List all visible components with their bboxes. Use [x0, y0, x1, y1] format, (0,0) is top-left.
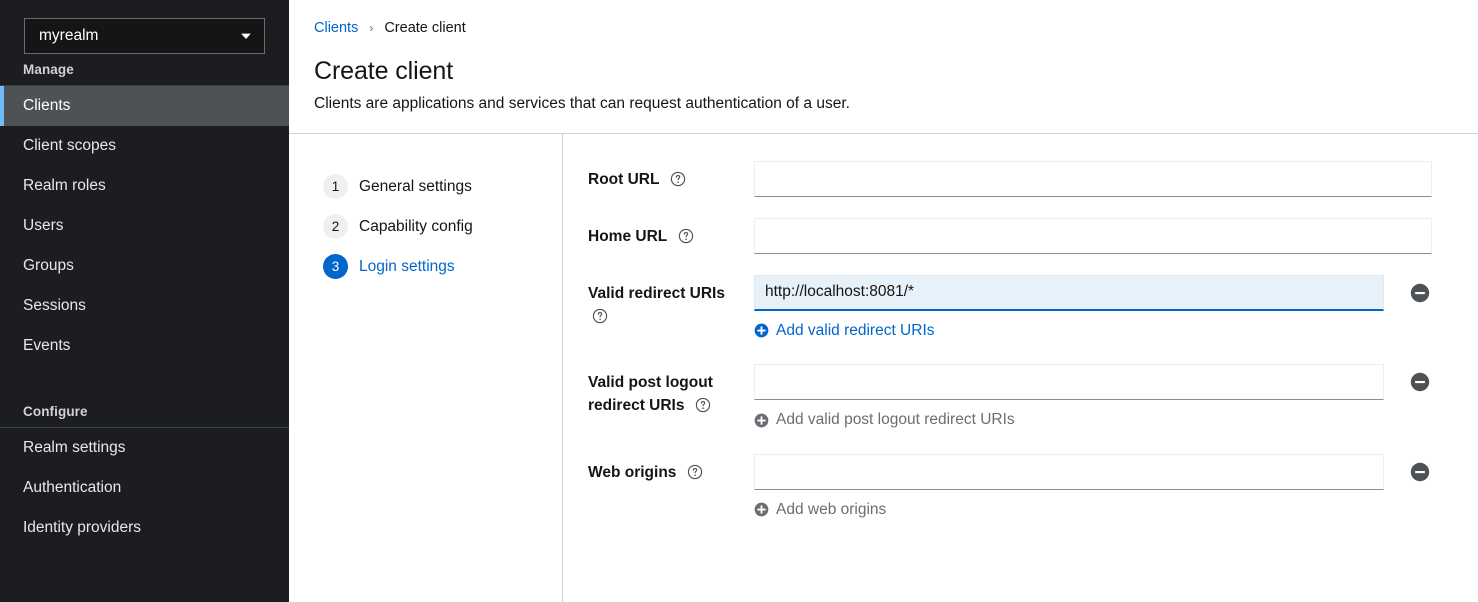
- label-text: Root URL: [588, 171, 659, 188]
- help-circle-icon[interactable]: [678, 228, 694, 244]
- help-circle-icon[interactable]: [670, 171, 686, 187]
- wizard-step-general-settings[interactable]: 1 General settings: [323, 167, 562, 207]
- help-circle-icon[interactable]: [687, 464, 703, 480]
- input-row: [754, 275, 1432, 311]
- breadcrumb: Clients › Create client: [314, 18, 1454, 38]
- add-valid-post-logout-redirect-uris-button[interactable]: Add valid post logout redirect URIs: [754, 411, 1015, 429]
- form-row-valid-post-logout-redirect-uris: Valid post logout redirect URIs: [588, 364, 1432, 433]
- plus-circle-icon: [754, 413, 769, 428]
- sidebar: myrealm Manage Clients Client scopes Rea…: [0, 0, 289, 602]
- add-link-label: Add valid redirect URIs: [776, 322, 935, 340]
- sidebar-item-clients[interactable]: Clients: [0, 86, 289, 126]
- sidebar-item-label: Users: [23, 217, 63, 235]
- form-label-root-url: Root URL: [588, 161, 754, 191]
- form-label-valid-redirect-uris: Valid redirect URIs: [588, 275, 754, 328]
- valid-redirect-uris-input[interactable]: [754, 275, 1384, 311]
- sidebar-item-label: Groups: [23, 257, 74, 275]
- input-row: [754, 364, 1432, 400]
- add-link-label: Add valid post logout redirect URIs: [776, 411, 1015, 429]
- form-row-valid-redirect-uris: Valid redirect URIs: [588, 275, 1432, 344]
- step-label: Login settings: [359, 258, 455, 276]
- add-link-label: Add web origins: [776, 501, 886, 519]
- sidebar-item-authentication[interactable]: Authentication: [0, 468, 289, 508]
- breadcrumb-current: Create client: [384, 20, 465, 36]
- sidebar-item-label: Clients: [23, 97, 70, 115]
- step-number: 2: [323, 214, 348, 239]
- sidebar-item-label: Sessions: [23, 297, 86, 315]
- sidebar-item-realm-settings[interactable]: Realm settings: [0, 428, 289, 468]
- label-text: Valid redirect URIs: [588, 285, 725, 302]
- form-control-home-url: [754, 218, 1432, 254]
- web-origins-input[interactable]: [754, 454, 1384, 490]
- wizard-step-nav: 1 General settings 2 Capability config 3…: [289, 134, 562, 602]
- sidebar-section-title-manage: Manage: [0, 54, 289, 85]
- page-title: Create client: [314, 56, 1454, 86]
- sidebar-item-client-scopes[interactable]: Client scopes: [0, 126, 289, 166]
- minus-circle-icon: [1408, 460, 1432, 484]
- form-control-valid-post-logout-redirect-uris: Add valid post logout redirect URIs: [754, 364, 1432, 433]
- remove-web-origin-button[interactable]: [1408, 460, 1432, 484]
- form-label-home-url: Home URL: [588, 218, 754, 248]
- form-row-web-origins: Web origins: [588, 454, 1432, 523]
- step-number: 1: [323, 174, 348, 199]
- plus-circle-icon: [754, 502, 769, 517]
- remove-valid-post-logout-redirect-uri-button[interactable]: [1408, 370, 1432, 394]
- realm-selector-value: myrealm: [39, 28, 240, 44]
- form-label-web-origins: Web origins: [588, 454, 754, 484]
- breadcrumb-link-clients[interactable]: Clients: [314, 20, 358, 36]
- chevron-down-icon: [240, 30, 252, 42]
- sidebar-item-label: Identity providers: [23, 519, 141, 537]
- wizard-step-capability-config[interactable]: 2 Capability config: [323, 207, 562, 247]
- keycloak-admin-console: myrealm Manage Clients Client scopes Rea…: [0, 0, 1478, 602]
- sidebar-item-events[interactable]: Events: [0, 326, 289, 366]
- sidebar-item-groups[interactable]: Groups: [0, 246, 289, 286]
- sidebar-item-users[interactable]: Users: [0, 206, 289, 246]
- step-label: Capability config: [359, 218, 473, 236]
- label-text: Home URL: [588, 228, 667, 245]
- help-circle-icon[interactable]: [695, 397, 711, 413]
- page-body: 1 General settings 2 Capability config 3…: [289, 134, 1478, 602]
- input-row: [754, 454, 1432, 490]
- minus-circle-icon: [1408, 281, 1432, 305]
- form-control-web-origins: Add web origins: [754, 454, 1432, 523]
- add-valid-redirect-uris-button[interactable]: Add valid redirect URIs: [754, 322, 935, 340]
- sidebar-item-realm-roles[interactable]: Realm roles: [0, 166, 289, 206]
- login-settings-form: Root URL Home URL: [562, 134, 1478, 602]
- sidebar-section-title-configure: Configure: [0, 396, 289, 427]
- page-header: Clients › Create client Create client Cl…: [289, 0, 1478, 134]
- help-circle-icon[interactable]: [592, 308, 608, 324]
- main-content: Clients › Create client Create client Cl…: [289, 0, 1478, 602]
- root-url-input[interactable]: [754, 161, 1432, 197]
- plus-circle-icon: [754, 323, 769, 338]
- sidebar-spacer: [0, 366, 289, 396]
- form-control-root-url: [754, 161, 1432, 197]
- form-control-valid-redirect-uris: Add valid redirect URIs: [754, 275, 1432, 344]
- form-label-valid-post-logout-redirect-uris: Valid post logout redirect URIs: [588, 364, 754, 417]
- label-text-line1: Valid post logout: [588, 374, 713, 391]
- page-subtitle: Clients are applications and services th…: [314, 93, 1454, 115]
- sidebar-item-label: Client scopes: [23, 137, 116, 155]
- sidebar-item-label: Realm settings: [23, 439, 126, 457]
- form-row-home-url: Home URL: [588, 218, 1432, 254]
- remove-valid-redirect-uri-button[interactable]: [1408, 281, 1432, 305]
- realm-selector[interactable]: myrealm: [24, 18, 265, 54]
- step-label: General settings: [359, 178, 472, 196]
- sidebar-item-identity-providers[interactable]: Identity providers: [0, 508, 289, 548]
- sidebar-item-label: Realm roles: [23, 177, 106, 195]
- step-number: 3: [323, 254, 348, 279]
- valid-post-logout-redirect-uris-input[interactable]: [754, 364, 1384, 400]
- label-text-line2: redirect URIs: [588, 397, 684, 414]
- add-web-origins-button[interactable]: Add web origins: [754, 501, 886, 519]
- home-url-input[interactable]: [754, 218, 1432, 254]
- form-row-root-url: Root URL: [588, 161, 1432, 197]
- sidebar-item-label: Events: [23, 337, 70, 355]
- minus-circle-icon: [1408, 370, 1432, 394]
- sidebar-item-label: Authentication: [23, 479, 121, 497]
- breadcrumb-separator-icon: ›: [369, 21, 373, 35]
- sidebar-item-sessions[interactable]: Sessions: [0, 286, 289, 326]
- wizard-step-login-settings[interactable]: 3 Login settings: [323, 247, 562, 287]
- realm-selector-wrapper: myrealm: [0, 0, 289, 54]
- label-text: Web origins: [588, 464, 676, 481]
